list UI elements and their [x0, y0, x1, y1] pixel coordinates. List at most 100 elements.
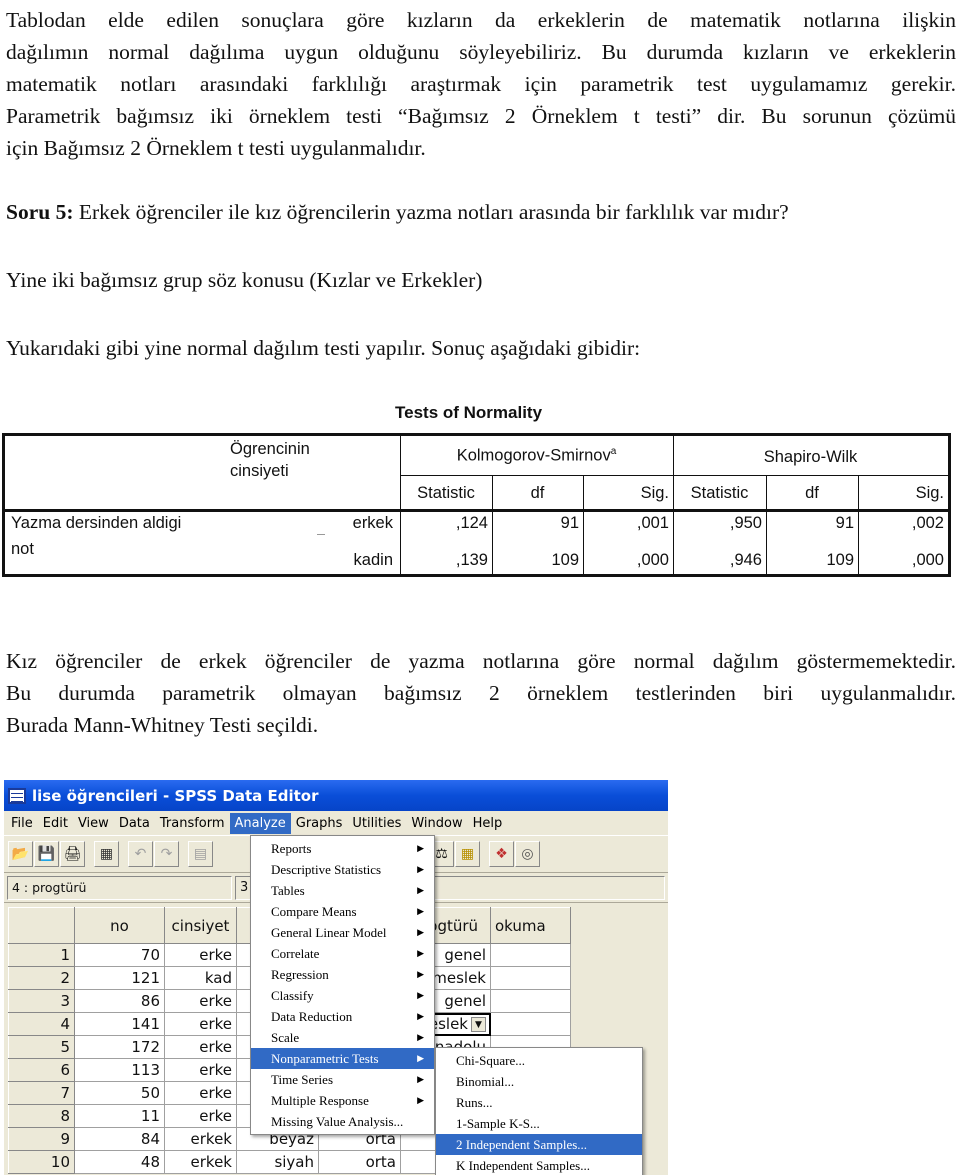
menu-item-label: General Linear Model: [271, 925, 387, 940]
analyze-menu-item[interactable]: Reports ▶: [251, 838, 434, 859]
analyze-menu-item[interactable]: Missing Value Analysis...: [251, 1111, 434, 1132]
use-sets-icon[interactable]: ◎: [515, 841, 540, 867]
nonparametric-menu-item[interactable]: Runs...: [436, 1092, 642, 1113]
divider: [400, 475, 948, 476]
nonparametric-menu-item[interactable]: Chi-Square...: [436, 1050, 642, 1071]
redo-icon[interactable]: ↷: [154, 841, 179, 867]
value-cell: 109: [551, 551, 579, 569]
analyze-menu-item[interactable]: General Linear Model ▶: [251, 922, 434, 943]
nonparametric-menu-item[interactable]: 1-Sample K-S...: [436, 1113, 642, 1134]
data-cell[interactable]: orta: [318, 1150, 401, 1174]
row-number[interactable]: 8: [8, 1104, 75, 1128]
column-header[interactable]: cinsiyet: [164, 907, 237, 944]
print-icon[interactable]: 🖨: [60, 841, 85, 867]
analyze-menu-item[interactable]: Data Reduction ▶: [251, 1006, 434, 1027]
question-label: Soru 5:: [6, 200, 74, 224]
menu-view[interactable]: View: [73, 813, 114, 834]
data-cell[interactable]: [490, 989, 571, 1013]
data-cell[interactable]: erke: [164, 943, 237, 967]
menu-item-label: Runs...: [456, 1095, 493, 1110]
chart-icon[interactable]: ▤: [188, 841, 213, 867]
title-bar[interactable]: lise öğrencileri - SPSS Data Editor: [4, 780, 668, 811]
menu-help[interactable]: Help: [468, 813, 508, 834]
row-number[interactable]: 5: [8, 1035, 75, 1059]
row-number[interactable]: 1: [8, 943, 75, 967]
data-cell[interactable]: [490, 943, 571, 967]
data-cell[interactable]: erkek: [164, 1127, 237, 1151]
save-icon[interactable]: 💾: [34, 841, 59, 867]
column-header[interactable]: no: [74, 907, 165, 944]
analyze-menu-item[interactable]: Scale ▶: [251, 1027, 434, 1048]
menu-analyze[interactable]: Analyze: [229, 812, 291, 834]
col-header: df: [530, 484, 545, 502]
data-cell[interactable]: 70: [74, 943, 165, 967]
menu-edit[interactable]: Edit: [38, 813, 73, 834]
text-line: için Bağımsız 2 Örneklem t testi uygulan…: [6, 136, 426, 160]
data-cell[interactable]: siyah: [236, 1150, 319, 1174]
row-number[interactable]: 2: [8, 966, 75, 990]
data-cell[interactable]: erkek: [164, 1150, 237, 1174]
row-number[interactable]: 3: [8, 989, 75, 1013]
text-line: Kız öğrenciler de erkek öğrenciler de ya…: [6, 649, 956, 673]
data-cell[interactable]: erke: [164, 1012, 237, 1036]
menu-utilities[interactable]: Utilities: [347, 813, 406, 834]
menu-item-label: Multiple Response: [271, 1093, 369, 1108]
divider: [5, 509, 948, 512]
analyze-menu-item[interactable]: Regression ▶: [251, 964, 434, 985]
row-number[interactable]: 6: [8, 1058, 75, 1082]
analyze-menu-item[interactable]: Tables ▶: [251, 880, 434, 901]
open-icon[interactable]: 📂: [8, 841, 33, 867]
select-cases-icon[interactable]: ▦: [455, 841, 480, 867]
row-number[interactable]: 7: [8, 1081, 75, 1105]
menu-window[interactable]: Window: [406, 813, 467, 834]
data-cell[interactable]: 121: [74, 966, 165, 990]
corner-header[interactable]: [8, 907, 75, 944]
column-header[interactable]: okuma: [490, 907, 571, 944]
data-cell[interactable]: kad: [164, 966, 237, 990]
submenu-arrow-icon: ▶: [417, 1053, 424, 1063]
data-cell[interactable]: [490, 1012, 571, 1036]
data-cell[interactable]: erke: [164, 1104, 237, 1128]
menu-file[interactable]: File: [6, 813, 38, 834]
data-cell[interactable]: 48: [74, 1150, 165, 1174]
data-cell[interactable]: 141: [74, 1012, 165, 1036]
data-cell[interactable]: [490, 966, 571, 990]
data-cell[interactable]: erke: [164, 1081, 237, 1105]
row-number[interactable]: 4: [8, 1012, 75, 1036]
row-number[interactable]: 10: [8, 1150, 75, 1174]
data-cell[interactable]: erke: [164, 1058, 237, 1082]
sw-header: Shapiro-Wilk: [763, 448, 858, 466]
data-cell[interactable]: erke: [164, 1035, 237, 1059]
value-cell: ,000: [636, 551, 669, 569]
undo-icon[interactable]: ↶: [128, 841, 153, 867]
nonparametric-menu-item[interactable]: 2 Independent Samples...: [436, 1134, 642, 1155]
value-labels-icon[interactable]: ❖: [489, 841, 514, 867]
analyze-menu-item[interactable]: Descriptive Statistics ▶: [251, 859, 434, 880]
analyze-menu-item[interactable]: Classify ▶: [251, 985, 434, 1006]
menu-transform[interactable]: Transform: [155, 813, 230, 834]
menu-graphs[interactable]: Graphs: [291, 813, 348, 834]
dropdown-arrow-icon[interactable]: ▼: [471, 1017, 486, 1032]
data-cell[interactable]: erke: [164, 989, 237, 1013]
data-cell[interactable]: 86: [74, 989, 165, 1013]
data-cell[interactable]: 172: [74, 1035, 165, 1059]
nonparametric-menu-item[interactable]: Binomial...: [436, 1071, 642, 1092]
data-cell[interactable]: 113: [74, 1058, 165, 1082]
analyze-menu-item[interactable]: Nonparametric Tests ▶: [251, 1048, 434, 1069]
analyze-menu-item[interactable]: Multiple Response ▶: [251, 1090, 434, 1111]
analyze-menu-item[interactable]: Correlate ▶: [251, 943, 434, 964]
menu-item-label: Reports: [271, 841, 312, 856]
row-number[interactable]: 9: [8, 1127, 75, 1151]
analyze-menu-item[interactable]: Time Series ▶: [251, 1069, 434, 1090]
menu-data[interactable]: Data: [114, 813, 155, 834]
cell-reference: 4 : progtürü: [7, 875, 232, 900]
value-cell: ,139: [455, 551, 488, 569]
marker: [317, 534, 325, 535]
analyze-menu-item[interactable]: Compare Means ▶: [251, 901, 434, 922]
dialog-recall-icon[interactable]: ▦: [94, 841, 119, 867]
data-cell[interactable]: 84: [74, 1127, 165, 1151]
group-label: kadin: [353, 551, 393, 569]
data-cell[interactable]: 11: [74, 1104, 165, 1128]
data-cell[interactable]: 50: [74, 1081, 165, 1105]
nonparametric-menu-item[interactable]: K Independent Samples...: [436, 1155, 642, 1175]
